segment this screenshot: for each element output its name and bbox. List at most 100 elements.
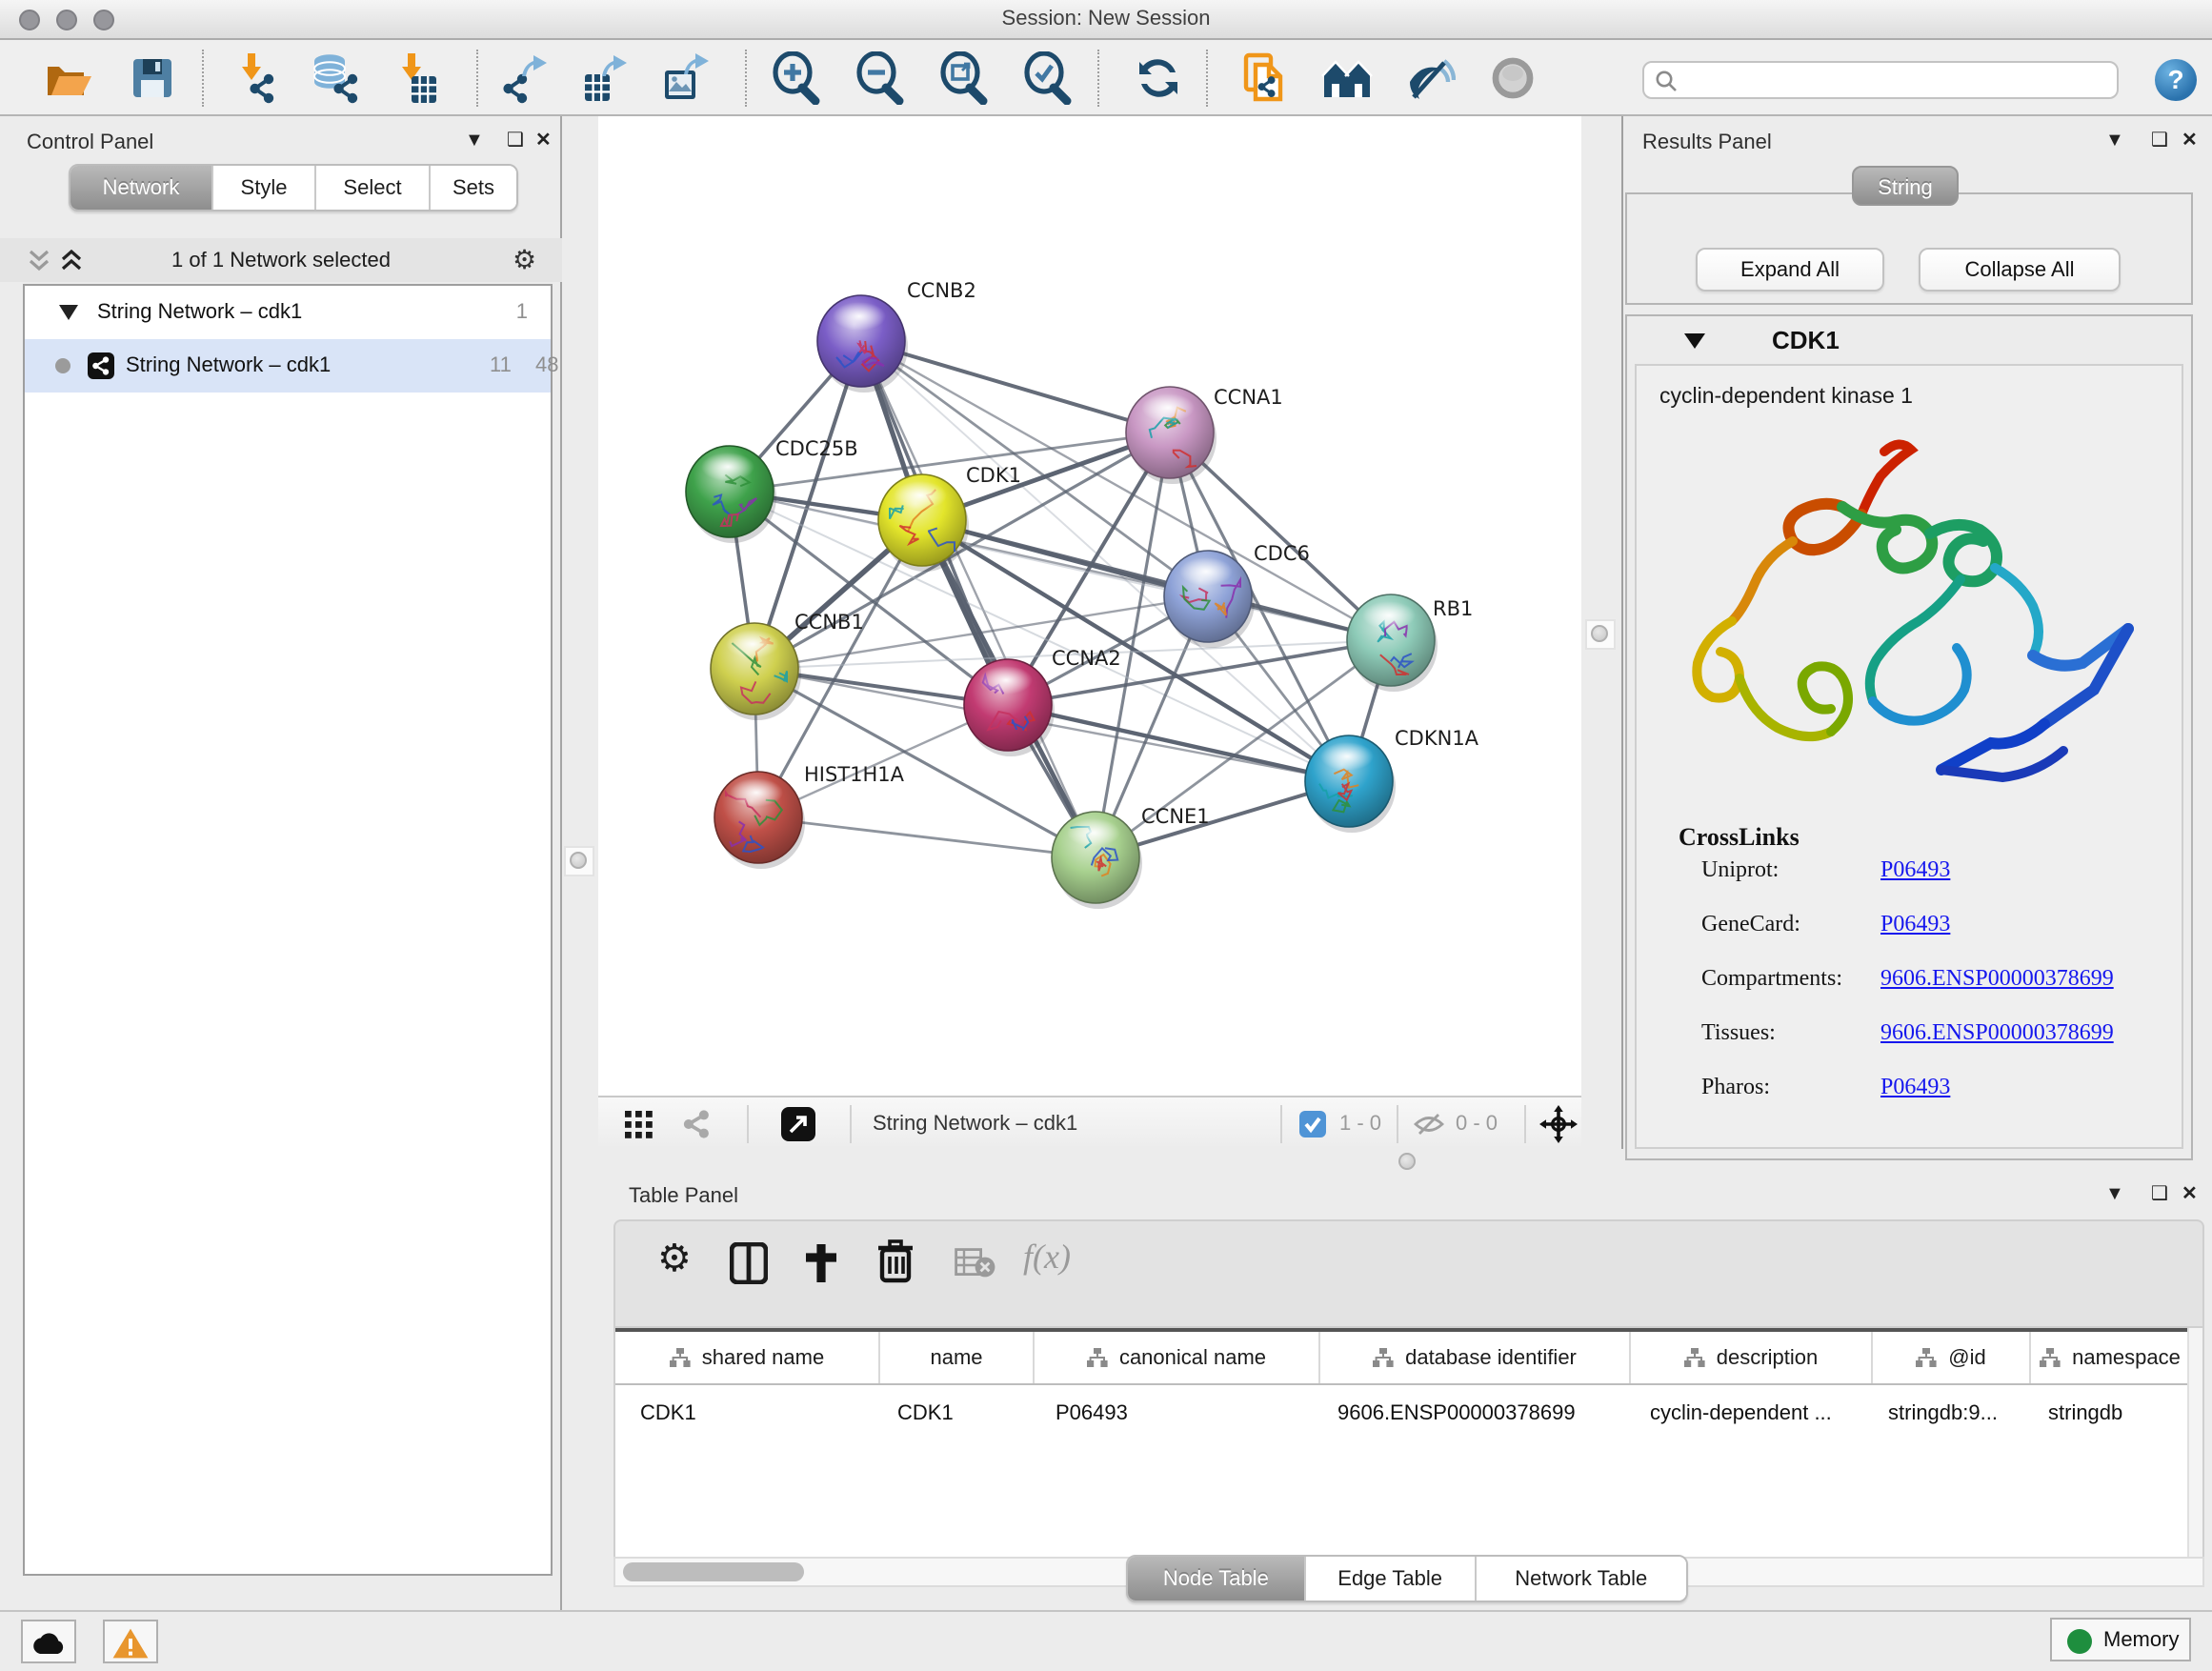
column-header-label: description xyxy=(1717,1345,1818,1370)
tab-style[interactable]: Style xyxy=(211,166,314,210)
panel-close-icon[interactable]: ✕ xyxy=(535,128,552,151)
help-button[interactable]: ? xyxy=(2155,59,2197,101)
delete-column-icon[interactable] xyxy=(876,1238,915,1284)
column-header-name[interactable]: name xyxy=(880,1332,1035,1383)
network-collection-row[interactable]: String Network – cdk1 1 xyxy=(25,286,551,339)
column-header-database-identifier[interactable]: database identifier xyxy=(1320,1332,1631,1383)
gear-icon[interactable]: ⚙ xyxy=(657,1237,692,1280)
share-view-icon[interactable] xyxy=(682,1109,713,1139)
birds-eye-view-icon[interactable] xyxy=(625,1111,654,1139)
crosslink-value-link[interactable]: P06493 xyxy=(1880,857,1950,883)
tree-expand-icon[interactable] xyxy=(59,305,78,320)
tab-node-table[interactable]: Node Table xyxy=(1128,1557,1304,1601)
table-cell[interactable]: P06493 xyxy=(1035,1385,1320,1440)
crosslink-value-link[interactable]: P06493 xyxy=(1880,1075,1950,1100)
refresh-icon[interactable] xyxy=(1132,51,1185,105)
network-row-selected[interactable]: String Network – cdk1 11 48 xyxy=(25,339,551,393)
export-image-icon[interactable] xyxy=(659,51,713,105)
tab-edge-table[interactable]: Edge Table xyxy=(1304,1557,1475,1601)
network-node-CCNA1[interactable] xyxy=(1126,387,1217,484)
zoom-in-icon[interactable] xyxy=(770,51,823,105)
crosslink-value-link[interactable]: P06493 xyxy=(1880,912,1950,937)
section-collapse-icon[interactable] xyxy=(1684,333,1705,349)
show-columns-icon[interactable] xyxy=(730,1242,768,1284)
memory-button[interactable]: Memory xyxy=(2050,1618,2191,1661)
network-node-RB1[interactable] xyxy=(1347,594,1438,692)
column-header-description[interactable]: description xyxy=(1631,1332,1873,1383)
splitter-handle[interactable] xyxy=(1591,625,1608,642)
import-network-database-icon[interactable] xyxy=(309,51,362,105)
table-vertical-scrollbar[interactable] xyxy=(2187,1328,2202,1557)
show-hide-icon[interactable] xyxy=(1402,51,1456,105)
node-table: shared namenamecanonical namedatabase id… xyxy=(613,1328,2204,1557)
network-node-CDC6[interactable] xyxy=(1164,551,1255,648)
network-edge[interactable] xyxy=(1008,705,1349,781)
crosslink-value-link[interactable]: 9606.ENSP00000378699 xyxy=(1880,1020,2114,1046)
tab-string[interactable]: String xyxy=(1852,166,1959,206)
network-edge[interactable] xyxy=(758,817,1096,857)
table-cell[interactable]: cyclin-dependent ... xyxy=(1631,1385,1873,1440)
tab-select[interactable]: Select xyxy=(314,166,429,210)
network-node-HIST1H1A[interactable] xyxy=(714,772,805,869)
panel-float-icon[interactable]: ❑ xyxy=(2151,1181,2168,1205)
column-header-canonical-name[interactable]: canonical name xyxy=(1035,1332,1320,1383)
panel-float-icon[interactable]: ❑ xyxy=(507,128,524,151)
column-header-@id[interactable]: @id xyxy=(1873,1332,2031,1383)
table-cell[interactable]: CDK1 xyxy=(880,1385,1035,1440)
open-session-icon[interactable] xyxy=(42,51,95,105)
network-edge[interactable] xyxy=(861,341,1170,433)
clone-network-icon[interactable] xyxy=(1238,51,1292,105)
column-header-shared-name[interactable]: shared name xyxy=(615,1332,880,1383)
export-table-icon[interactable] xyxy=(579,51,633,105)
network-node-CDK1[interactable] xyxy=(878,474,969,572)
open-in-window-icon[interactable] xyxy=(781,1107,815,1141)
tab-network[interactable]: Network xyxy=(70,166,211,210)
gene-section-header[interactable]: CDK1 xyxy=(1627,316,2191,364)
save-session-icon[interactable] xyxy=(126,51,179,105)
crosslink-value-link[interactable]: 9606.ENSP00000378699 xyxy=(1880,966,2114,992)
table-row[interactable]: CDK1CDK1P064939606.ENSP00000378699cyclin… xyxy=(615,1385,2191,1440)
panel-close-icon[interactable]: ✕ xyxy=(2182,1181,2198,1205)
add-column-icon[interactable] xyxy=(800,1240,842,1286)
table-cell[interactable]: 9606.ENSP00000378699 xyxy=(1320,1385,1631,1440)
zoom-fit-icon[interactable] xyxy=(937,51,991,105)
panel-menu-icon[interactable]: ▼ xyxy=(2105,130,2124,151)
selected-checkbox-icon[interactable] xyxy=(1299,1111,1326,1137)
panel-menu-icon[interactable]: ▼ xyxy=(2105,1183,2124,1205)
eye-orb-icon[interactable] xyxy=(1486,51,1539,105)
export-network-icon[interactable] xyxy=(499,51,553,105)
network-view-canvas[interactable]: CCNB2CCNA1CDC25BCDK1CDC6RB1CCNB1CCNA2CDK… xyxy=(598,116,1581,1096)
expand-all-button[interactable]: Expand All xyxy=(1696,248,1884,292)
network-node-CDC25B[interactable] xyxy=(686,446,776,543)
first-neighbors-icon[interactable] xyxy=(1320,51,1374,105)
panel-splitter-left[interactable] xyxy=(562,116,598,1610)
zoom-out-icon[interactable] xyxy=(854,51,907,105)
control-panel: Control Panel ▼ ❑ ✕ NetworkStyleSelectSe… xyxy=(0,116,562,1610)
panel-close-icon[interactable]: ✕ xyxy=(2182,128,2198,151)
import-network-file-icon[interactable] xyxy=(229,51,282,105)
search-input[interactable] xyxy=(1642,61,2119,99)
panel-splitter-right[interactable] xyxy=(1581,116,1623,1174)
warning-status-button[interactable] xyxy=(103,1620,158,1663)
tab-sets[interactable]: Sets xyxy=(429,166,516,210)
splitter-handle[interactable] xyxy=(570,852,587,869)
collapse-all-button[interactable]: Collapse All xyxy=(1919,248,2121,292)
gear-icon[interactable]: ⚙ xyxy=(513,244,536,275)
network-node-CCNE1[interactable] xyxy=(1052,812,1142,909)
table-cell[interactable]: CDK1 xyxy=(615,1385,880,1440)
column-header-namespace[interactable]: namespace xyxy=(2031,1332,2191,1383)
tab-network-table[interactable]: Network Table xyxy=(1475,1557,1686,1601)
panel-menu-icon[interactable]: ▼ xyxy=(465,130,484,151)
scrollbar-thumb[interactable] xyxy=(623,1562,804,1581)
import-table-file-icon[interactable] xyxy=(389,51,442,105)
panel-float-icon[interactable]: ❑ xyxy=(2151,128,2168,151)
network-node-CCNB1[interactable] xyxy=(711,623,801,720)
table-cell[interactable]: stringdb xyxy=(2031,1385,2191,1440)
fit-content-icon[interactable] xyxy=(1539,1105,1578,1143)
network-node-CDKN1A[interactable] xyxy=(1305,735,1396,833)
zoom-selected-icon[interactable] xyxy=(1021,51,1075,105)
network-node-CCNA2[interactable] xyxy=(964,659,1055,756)
table-cell[interactable]: stringdb:9... xyxy=(1873,1385,2031,1440)
splitter-handle[interactable] xyxy=(1398,1153,1416,1170)
cloud-status-button[interactable] xyxy=(21,1620,76,1663)
